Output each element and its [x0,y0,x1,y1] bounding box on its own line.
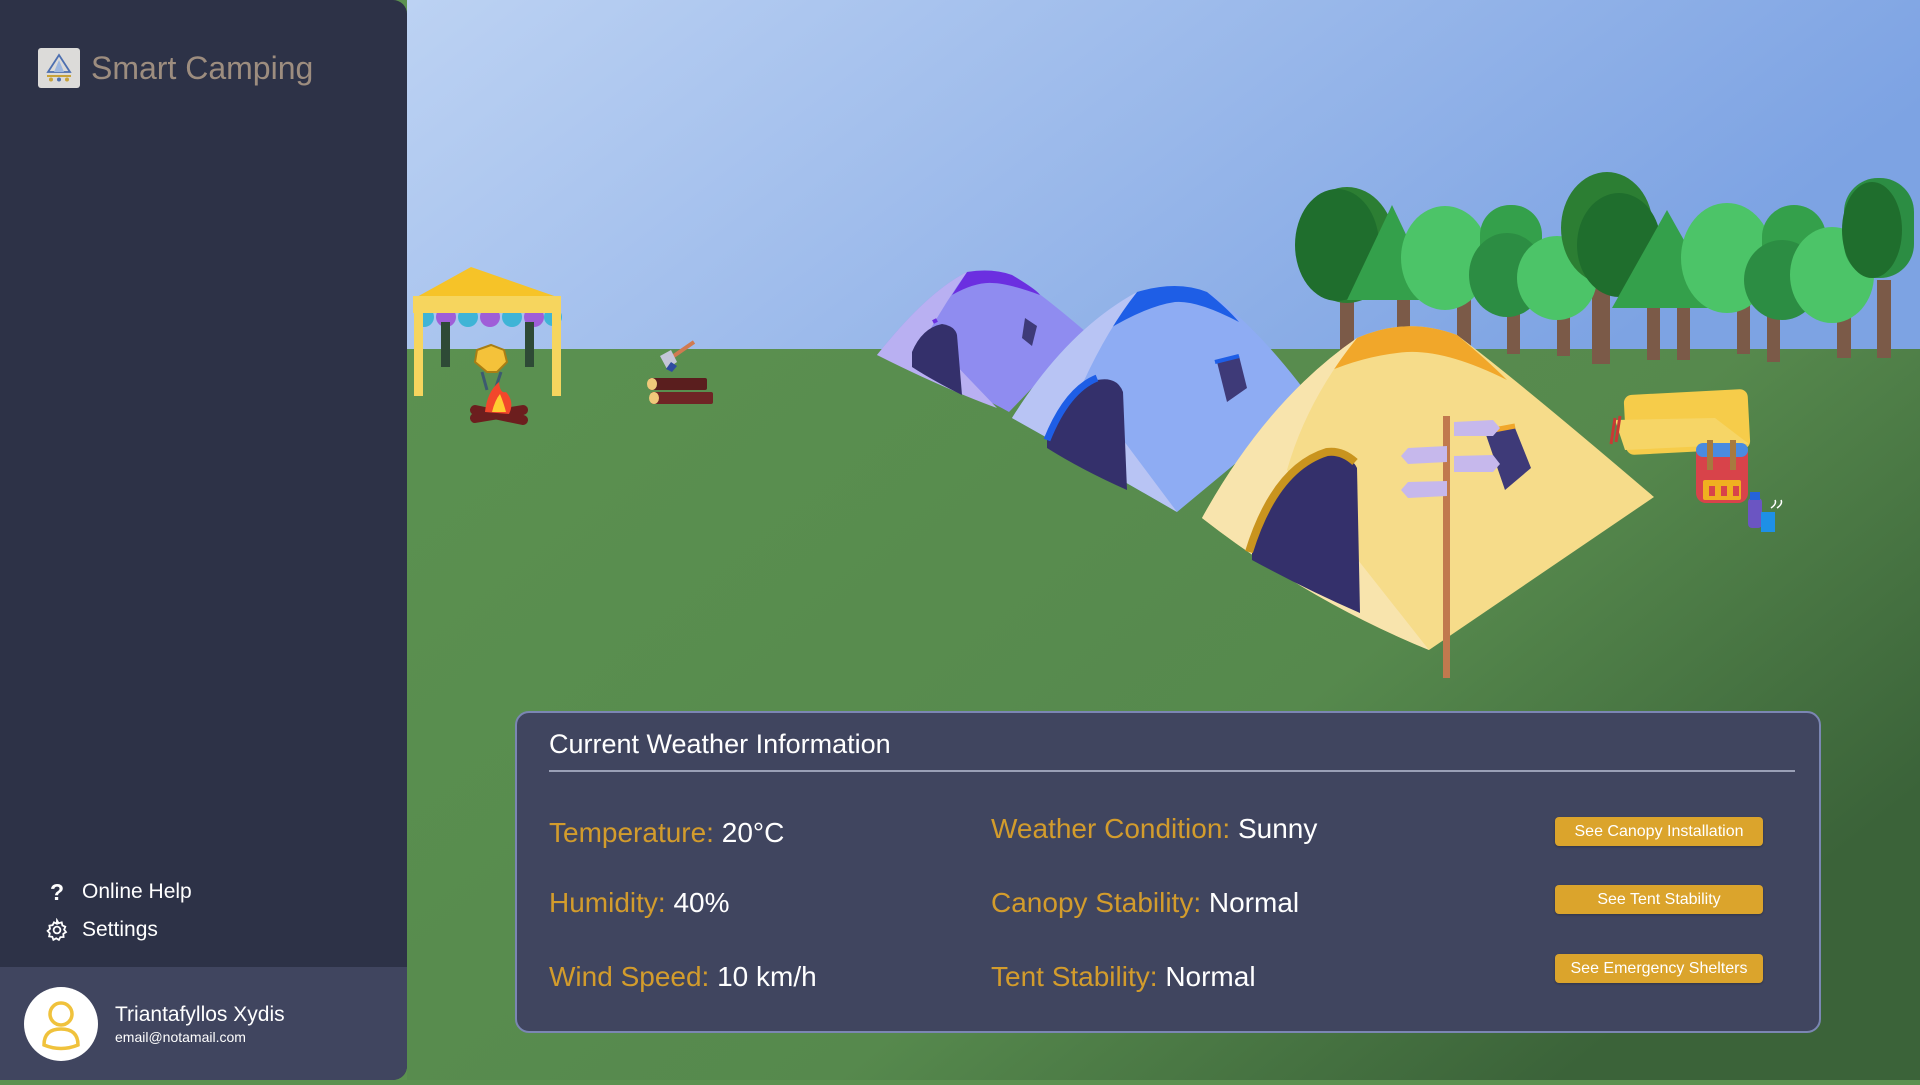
canopy-stability-label: Canopy Stability: [991,887,1202,918]
sidebar: Smart Camping ? Online Help Settings Tri… [0,0,407,1080]
temperature-label: Temperature: [549,817,714,848]
avatar [24,986,98,1061]
humidity-stat: Humidity: 40% [549,887,730,919]
sidebar-item-online-help[interactable]: ? Online Help [44,873,192,911]
user-email: email@notamail.com [115,1028,246,1045]
canopy-stability-stat: Canopy Stability: Normal [991,887,1299,919]
user-info: Triantafyllos Xydis email@notamail.com [115,1003,285,1045]
canopy-stability-value: Normal [1208,887,1300,918]
sidebar-item-label: Settings [82,918,158,941]
humidity-value: 40% [673,887,730,918]
weather-condition-label: Weather Condition: [991,813,1231,844]
see-emergency-shelters-button[interactable]: See Emergency Shelters [1555,954,1763,983]
see-tent-stability-button[interactable]: See Tent Stability [1555,885,1763,914]
question-icon: ? [49,878,65,905]
user-icon [42,1000,80,1050]
app-title: Smart Camping [91,49,314,86]
wind-speed-stat: Wind Speed: 10 km/h [549,961,817,993]
user-name: Triantafyllos Xydis [115,1002,285,1026]
see-canopy-installation-button[interactable]: See Canopy Installation [1555,817,1763,846]
sidebar-item-settings[interactable]: Settings [44,911,192,949]
tent-stability-label: Tent Stability: [991,961,1158,992]
weather-condition-stat: Weather Condition: Sunny [991,813,1317,845]
sidebar-item-label: Online Help [82,880,192,903]
temperature-value: 20°C [721,817,785,848]
weather-card-title: Current Weather Information [549,729,1795,772]
gear-icon [44,918,70,942]
weather-condition-value: Sunny [1237,813,1318,844]
brand[interactable]: Smart Camping [38,48,313,88]
user-profile[interactable]: Triantafyllos Xydis email@notamail.com [0,967,407,1080]
wind-speed-label: Wind Speed: [549,961,710,992]
tent-stability-value: Normal [1165,961,1256,992]
wind-speed-value: 10 km/h [717,961,817,992]
weather-info-card: Current Weather Information Temperature:… [515,711,1821,1033]
sidebar-menu: ? Online Help Settings [44,873,192,949]
app-logo-icon [38,48,80,88]
temperature-stat: Temperature: 20°C [549,817,784,849]
tent-stability-stat: Tent Stability: Normal [991,961,1256,993]
humidity-label: Humidity: [549,887,666,918]
